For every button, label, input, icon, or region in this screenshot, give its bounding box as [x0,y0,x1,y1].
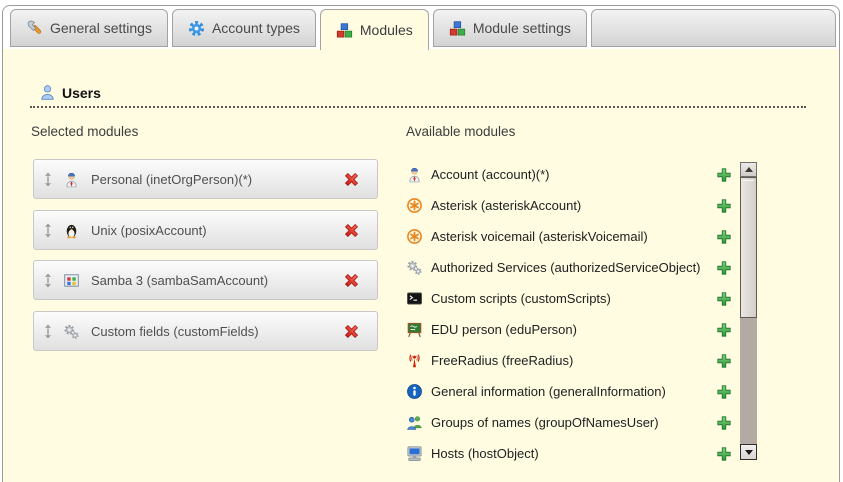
section-divider [30,106,806,108]
modules-icon [336,22,353,39]
selected-modules-heading: Selected modules [31,124,138,139]
person-icon [406,166,423,183]
info-icon [406,383,423,400]
drag-handle-icon[interactable] [43,223,53,238]
remove-module-button[interactable] [343,222,360,239]
available-module-row: Groups of names (groupOfNamesUser) [406,414,732,431]
modules-icon [449,20,466,37]
asterisk-icon [406,228,423,245]
selected-module-card[interactable]: Samba 3 (sambaSamAccount) [33,260,378,300]
module-label: EDU person (eduPerson) [431,322,577,338]
add-module-button[interactable] [716,446,732,462]
terminal-icon [406,290,423,307]
group-icon [406,414,423,431]
tab-modules[interactable]: Modules [320,9,429,50]
add-module-button[interactable] [716,291,732,307]
module-label: Unix (posixAccount) [91,223,343,238]
module-label: Custom scripts (customScripts) [431,291,611,307]
available-modules-heading: Available modules [406,124,515,139]
gears-icon [406,259,423,276]
add-module-button[interactable] [716,415,732,431]
available-module-row: FreeRadius (freeRadius) [406,352,732,369]
available-module-row: Authorized Services (authorizedServiceOb… [406,259,732,276]
tab-module-settings[interactable]: Module settings [433,9,587,47]
users-section-header: Users [39,84,101,101]
remove-module-button[interactable] [343,323,360,340]
tab-account-types[interactable]: Account types [172,9,316,47]
selected-module-card[interactable]: Custom fields (customFields) [33,311,378,351]
available-module-row: Asterisk (asteriskAccount) [406,197,732,214]
person-icon [63,171,80,188]
module-label: Samba 3 (sambaSamAccount) [91,273,343,288]
drag-handle-icon[interactable] [43,324,53,339]
module-label: Account (account)(*) [431,167,550,183]
tab-label: Module settings [473,20,571,36]
tabbar-filler [591,9,836,47]
available-module-row: Hosts (hostObject) [406,445,732,462]
add-module-button[interactable] [716,198,732,214]
gear-icon [188,20,205,37]
available-module-row: Custom scripts (customScripts) [406,290,732,307]
scrollbar[interactable] [740,162,757,460]
add-module-button[interactable] [716,167,732,183]
host-icon [406,445,423,462]
gears-icon [63,323,80,340]
available-module-row: Account (account)(*) [406,166,732,183]
tab-label: Modules [360,22,413,38]
add-module-button[interactable] [716,229,732,245]
selected-module-card[interactable]: Unix (posixAccount) [33,210,378,250]
user-icon [39,84,56,101]
tab-bar: General settings Account types Modules M… [10,9,836,50]
scroll-up-button[interactable] [740,162,757,177]
module-label: Groups of names (groupOfNamesUser) [431,415,659,431]
samba-icon [63,272,80,289]
antenna-icon [406,352,423,369]
tab-label: General settings [50,20,152,36]
module-label: Hosts (hostObject) [431,446,539,462]
remove-module-button[interactable] [343,272,360,289]
section-title: Users [62,85,101,101]
wrench-icon [26,20,43,37]
add-module-button[interactable] [716,260,732,276]
module-label: Asterisk voicemail (asteriskVoicemail) [431,229,648,245]
asterisk-icon [406,197,423,214]
available-module-row: General information (generalInformation) [406,383,732,400]
tux-icon [63,222,80,239]
remove-module-button[interactable] [343,171,360,188]
module-label: Personal (inetOrgPerson)(*) [91,172,343,187]
triangle-up-icon [745,167,753,172]
drag-handle-icon[interactable] [43,273,53,288]
add-module-button[interactable] [716,322,732,338]
drag-handle-icon[interactable] [43,172,53,187]
available-module-row: Asterisk voicemail (asteriskVoicemail) [406,228,732,245]
add-module-button[interactable] [716,353,732,369]
module-label: Authorized Services (authorizedServiceOb… [431,260,701,276]
scroll-down-button[interactable] [740,444,757,460]
module-label: FreeRadius (freeRadius) [431,353,573,369]
lam-config-page: General settings Account types Modules M… [0,0,843,482]
board-icon [406,321,423,338]
scroll-thumb[interactable] [740,177,757,318]
add-module-button[interactable] [716,384,732,400]
available-module-row: EDU person (eduPerson) [406,321,732,338]
triangle-down-icon [745,450,753,455]
module-label: Asterisk (asteriskAccount) [431,198,581,214]
module-label: Custom fields (customFields) [91,324,343,339]
available-modules-list: Account (account)(*) Asterisk (asteriskA… [406,166,732,476]
tab-label: Account types [212,20,300,36]
module-label: General information (generalInformation) [431,384,666,400]
selected-module-card[interactable]: Personal (inetOrgPerson)(*) [33,159,378,199]
tab-general-settings[interactable]: General settings [10,9,168,47]
